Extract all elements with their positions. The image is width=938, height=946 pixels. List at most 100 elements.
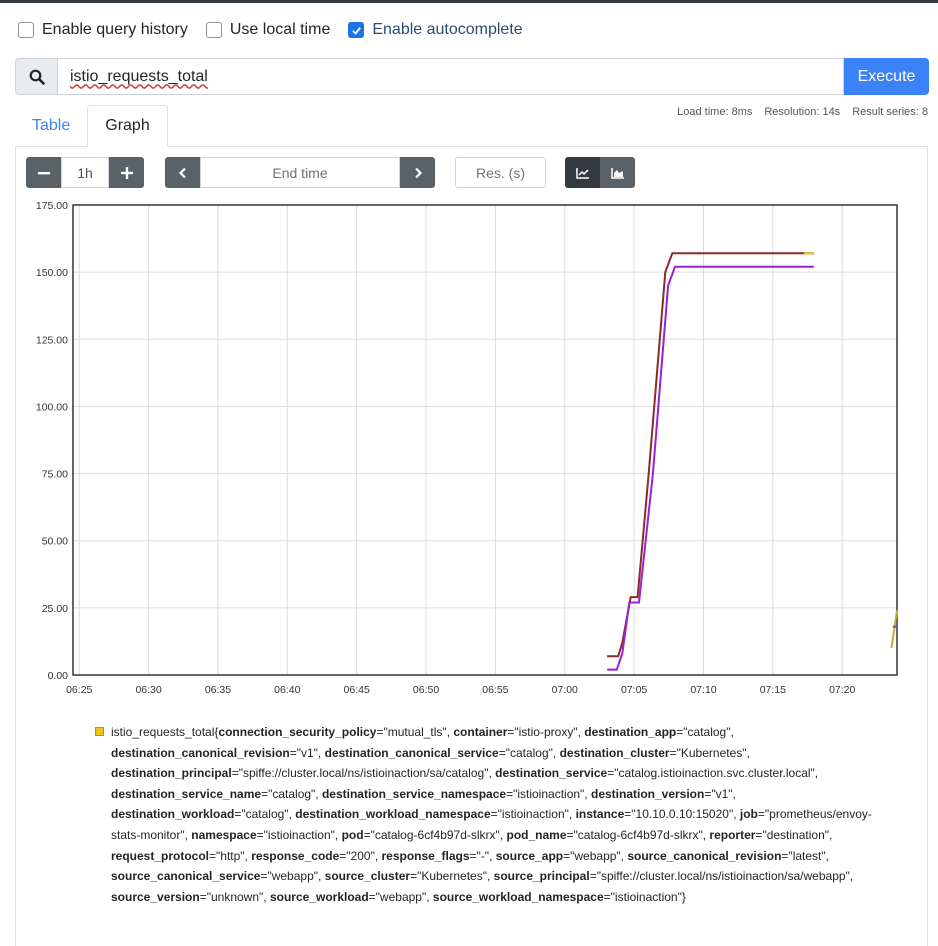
x-tick-label: 07:20 xyxy=(829,684,855,696)
legend-label-value: ="catalog", xyxy=(498,745,560,760)
y-tick-label: 150.00 xyxy=(36,267,68,279)
decrease-range-button[interactable] xyxy=(26,157,61,188)
legend-label-value: ="istioinaction", xyxy=(506,786,591,801)
x-tick-label: 07:05 xyxy=(621,684,647,696)
enable-autocomplete-toggle[interactable]: Enable autocomplete xyxy=(348,21,523,39)
search-icon xyxy=(29,69,45,85)
legend-label-value: ="webapp", xyxy=(260,869,325,884)
legend-label-key: source_canonical_revision xyxy=(627,848,782,863)
x-tick-label: 06:55 xyxy=(482,684,508,696)
legend-label-value: ="unknown", xyxy=(199,889,270,904)
legend-label-key: destination_cluster xyxy=(559,745,670,760)
increase-range-button[interactable] xyxy=(109,157,144,188)
chevron-left-icon xyxy=(178,167,186,178)
legend-label-key: destination_workload xyxy=(111,807,235,822)
legend-label-value: ="mutual_tls", xyxy=(376,725,454,739)
autocomplete-checkbox[interactable] xyxy=(348,22,365,38)
range-group: 1h xyxy=(26,157,144,188)
legend-label-value: ="catalog", xyxy=(234,807,296,822)
legend-label-key: source_workload_namespace xyxy=(432,889,604,904)
legend-label-value: ="destination", xyxy=(755,827,833,842)
legend-label-value: ="catalog", xyxy=(676,725,734,739)
legend-label-value: ="Kubernetes", xyxy=(669,745,750,760)
legend-label-value: ="istioinaction", xyxy=(490,807,576,822)
legend-label-key: destination_workload_namespace xyxy=(295,807,491,822)
legend-label-key: job xyxy=(739,807,758,822)
next-time-button[interactable] xyxy=(400,157,435,188)
resolution-stat: Resolution: 14s xyxy=(764,106,841,118)
legend-series-label: istio_requests_total{connection_security… xyxy=(111,722,885,907)
tab-table[interactable]: Table xyxy=(15,105,87,147)
legend-label-value: ="spiffe://cluster.local/ns/istioinactio… xyxy=(231,766,496,781)
top-bar xyxy=(0,0,938,3)
local-time-checkbox[interactable] xyxy=(205,22,222,38)
legend-label-key: response_flags xyxy=(381,848,470,863)
query-stats: Load time: 8ms Resolution: 14s Result se… xyxy=(665,106,928,118)
legend-label-key: connection_security_policy xyxy=(218,725,377,739)
enable-query-history-toggle[interactable]: Enable query history xyxy=(18,21,188,39)
resolution-input[interactable]: Res. (s) xyxy=(455,157,546,188)
legend-label-value: ="catalog-6cf4b97d-slkrx", xyxy=(363,827,507,842)
previous-time-button[interactable] xyxy=(165,157,200,188)
legend-label-value: ="latest", xyxy=(781,848,829,863)
y-tick-label: 75.00 xyxy=(42,469,68,481)
legend-label-key: namespace xyxy=(191,827,257,842)
legend-label-key: instance xyxy=(575,807,625,822)
minus-icon xyxy=(37,171,50,174)
legend-label-key: destination_canonical_revision xyxy=(111,745,290,760)
legend-label-key: source_app xyxy=(495,848,564,863)
query-history-checkbox[interactable] xyxy=(18,22,34,38)
autocomplete-label: Enable autocomplete xyxy=(372,21,523,38)
x-tick-label: 06:50 xyxy=(413,684,439,696)
view-tabs: Table Graph xyxy=(15,105,168,147)
end-time-input[interactable]: End time xyxy=(200,157,400,188)
legend-label-key: container xyxy=(453,725,508,739)
legend-metric-name: istio_requests_total{ xyxy=(111,725,219,739)
y-tick-label: 175.00 xyxy=(36,200,68,212)
legend-label-key: source_cluster xyxy=(324,869,411,884)
legend-label-value: ="spiffe://cluster.local/ns/istioinactio… xyxy=(589,869,854,884)
y-tick-label: 0.00 xyxy=(48,670,69,682)
line-mode-button[interactable] xyxy=(565,157,600,188)
load-time: Load time: 8ms xyxy=(677,106,753,118)
range-input[interactable]: 1h xyxy=(61,157,109,188)
expression-input[interactable]: istio_requests_total xyxy=(57,58,844,95)
check-icon xyxy=(352,26,361,35)
x-tick-label: 07:10 xyxy=(690,684,716,696)
tab-graph[interactable]: Graph xyxy=(87,105,168,147)
chart-mode-toggle xyxy=(565,157,635,188)
x-tick-label: 07:15 xyxy=(760,684,786,696)
use-local-time-toggle[interactable]: Use local time xyxy=(205,21,331,39)
search-button[interactable] xyxy=(15,58,57,95)
legend-label-value: ="webapp", xyxy=(563,848,628,863)
query-history-label: Enable query history xyxy=(42,21,188,38)
legend-label-key: destination_service_namespace xyxy=(321,786,507,801)
expression-bar: istio_requests_total Execute xyxy=(15,58,929,95)
area-chart-icon xyxy=(610,167,624,179)
local-time-label: Use local time xyxy=(229,21,331,38)
line-chart-icon xyxy=(575,167,589,179)
time-series-chart: 0.00 25.00 50.00 75.00 100.00 125.00 150.00 175… xyxy=(36,200,898,696)
legend-label-key: source_version xyxy=(111,889,200,904)
legend-label-key: reporter xyxy=(709,827,756,842)
legend-label-key: pod xyxy=(341,827,364,842)
legend-label-key: destination_version xyxy=(590,786,705,801)
result-series: Result series: 8 xyxy=(852,106,928,118)
legend-label-value: ="istio-proxy", xyxy=(507,725,585,739)
legend-label-key: destination_canonical_service xyxy=(324,745,499,760)
legend-label-value: ="v1", xyxy=(289,745,325,760)
legend-label-value: ="http", xyxy=(209,848,252,863)
legend-label-key: source_canonical_service xyxy=(111,869,261,884)
stacked-mode-button[interactable] xyxy=(600,157,635,188)
legend-label-key: source_workload xyxy=(269,889,369,904)
legend-swatch[interactable] xyxy=(95,727,104,736)
plot-border xyxy=(72,204,898,676)
y-tick-label: 125.00 xyxy=(36,334,68,346)
query-options: Enable query history Use local time Enab… xyxy=(18,18,541,42)
expression-text: istio_requests_total xyxy=(70,67,208,85)
legend-label-key: destination_service_name xyxy=(111,786,262,801)
x-tick-label: 07:00 xyxy=(552,684,578,696)
execute-button[interactable]: Execute xyxy=(844,58,929,95)
chevron-right-icon xyxy=(414,167,422,178)
x-tick-label: 06:35 xyxy=(205,684,231,696)
